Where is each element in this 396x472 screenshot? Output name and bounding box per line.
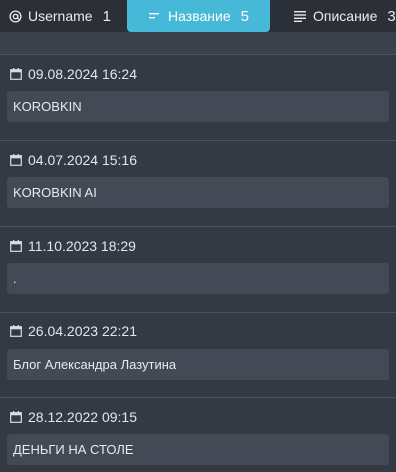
item-date: 09.08.2024 16:24	[10, 65, 137, 83]
calendar-icon	[10, 240, 22, 252]
item-title-field[interactable]: ДЕНЬГИ НА СТОЛЕ	[7, 434, 389, 465]
tab-bar: Username 1 Название 5 Описание 3	[0, 0, 396, 32]
item-date-text: 09.08.2024 16:24	[28, 66, 137, 82]
item-date-text: 28.12.2022 09:15	[28, 409, 137, 425]
item-title-field[interactable]: KOROBKIN	[7, 91, 389, 122]
item-date-text: 11.10.2023 18:29	[28, 238, 136, 254]
item-title-field[interactable]: Блог Александра Лазутина	[7, 349, 389, 380]
calendar-icon	[10, 154, 22, 166]
item-title-field[interactable]: .	[7, 263, 389, 294]
item-divider	[0, 226, 396, 227]
item-title-text: .	[13, 271, 17, 286]
tab-username-label: Username	[28, 8, 93, 24]
item-title-text: KOROBKIN AI	[13, 185, 97, 200]
tab-username-count: 1	[102, 7, 111, 25]
tab-title-label: Название	[168, 8, 231, 24]
tab-title-count: 5	[240, 7, 249, 25]
item-date: 28.12.2022 09:15	[10, 408, 137, 426]
item-title-text: Блог Александра Лазутина	[13, 357, 177, 372]
short-lines-icon	[148, 9, 162, 23]
tab-description-count: 3	[387, 7, 396, 25]
at-icon	[8, 9, 22, 23]
item-date: 11.10.2023 18:29	[10, 237, 136, 255]
item-date-text: 04.07.2024 15:16	[28, 152, 137, 168]
tab-description[interactable]: Описание 3	[293, 0, 396, 32]
item-title-text: KOROBKIN	[13, 99, 82, 114]
tab-title[interactable]: Название 5	[127, 0, 270, 32]
item-date-text: 26.04.2023 22:21	[28, 323, 137, 339]
tab-description-label: Описание	[313, 8, 378, 24]
item-divider	[0, 54, 396, 55]
item-title-text: ДЕНЬГИ НА СТОЛЕ	[13, 442, 134, 457]
item-divider	[0, 312, 396, 313]
results-header-strip	[0, 32, 396, 54]
item-date: 04.07.2024 15:16	[10, 151, 137, 169]
text-lines-icon	[293, 9, 307, 23]
calendar-icon	[10, 325, 22, 337]
calendar-icon	[10, 411, 22, 423]
item-divider	[0, 140, 396, 141]
calendar-icon	[10, 68, 22, 80]
tab-username[interactable]: Username 1	[8, 0, 111, 32]
item-divider	[0, 397, 396, 398]
item-date: 26.04.2023 22:21	[10, 322, 137, 340]
item-title-field[interactable]: KOROBKIN AI	[7, 177, 389, 208]
